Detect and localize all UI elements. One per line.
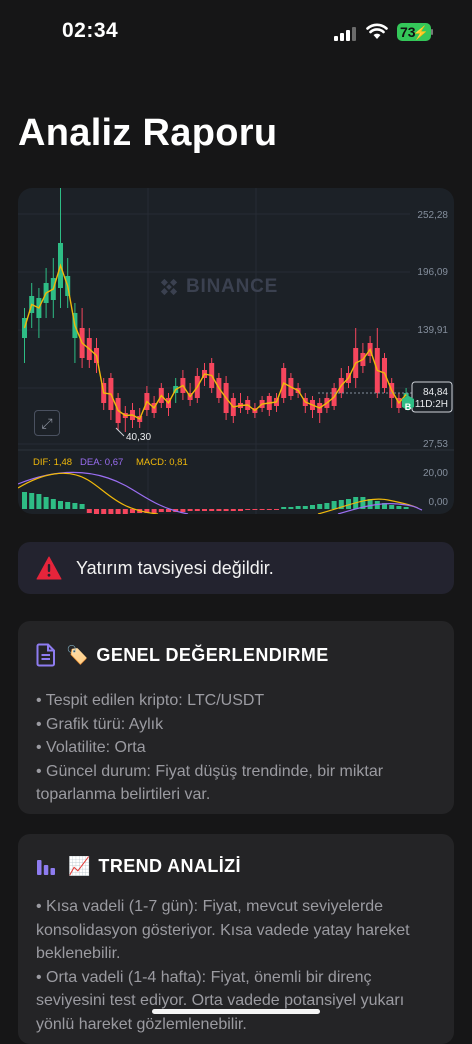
binance-logo-icon	[160, 278, 178, 296]
macd-histogram-bar	[259, 509, 265, 510]
price-axis-label: 196,09	[417, 267, 448, 278]
disclaimer-banner: Yatırım tavsiyesi değildir.	[18, 542, 454, 594]
chart-emoji-icon: 📈	[68, 855, 91, 876]
macd-histogram-bar	[302, 506, 308, 509]
card-header: 🏷️ GENEL DEĞERLENDIRME	[18, 621, 454, 689]
battery-icon: 73 ⚡	[397, 23, 431, 41]
watermark-text: BINANCE	[186, 276, 279, 297]
macd-histogram-bar	[396, 506, 402, 509]
binance-watermark: BINANCE	[158, 276, 278, 298]
status-time: 02:34	[62, 19, 119, 42]
macd-legend-label: DEA: 0,67	[80, 457, 123, 468]
macd-histogram-bar	[194, 509, 200, 511]
macd-histogram-bar	[288, 507, 294, 509]
price-axis-label: 27,53	[423, 439, 448, 450]
macd-histogram-bar	[331, 501, 337, 509]
list-item: • Volatilite: Orta	[36, 739, 146, 756]
macd-histogram-bar	[223, 509, 229, 511]
macd-histogram-bar	[230, 509, 236, 511]
macd-histogram-bar	[317, 504, 323, 509]
buy-marker-label: B	[405, 402, 412, 412]
section-title: TREND ANALİZİ	[98, 855, 241, 876]
candlestick-chart: 252,28 196,09 139,91 27,53 84,8411D:2H 40,30 B…	[18, 188, 454, 514]
disclaimer-text: Yatırım tavsiyesi değildir.	[76, 557, 274, 578]
bar-chart-icon	[37, 860, 55, 875]
macd-histogram-bar	[151, 509, 157, 513]
macd-histogram-bar	[281, 507, 287, 509]
macd-histogram-bar	[324, 503, 330, 509]
macd-histogram-bar	[115, 509, 121, 514]
macd-histogram-bar	[187, 509, 193, 511]
macd-histogram-bar	[403, 507, 409, 509]
price-axis-label: 139,91	[417, 325, 448, 336]
macd-legend-label: DIF: 1,48	[33, 457, 72, 468]
price-axis-label: 252,28	[417, 210, 448, 221]
wifi-icon	[366, 23, 388, 39]
cellular-signal-icon	[334, 25, 360, 41]
macd-histogram-bar	[252, 509, 258, 510]
macd-histogram-bar	[180, 509, 186, 512]
macd-histogram-bar	[266, 509, 272, 510]
macd-histogram-bar	[202, 509, 207, 511]
section-title: GENEL DEĞERLENDIRME	[96, 644, 329, 665]
macd-histogram-bar	[29, 493, 35, 509]
macd-histogram-bar	[389, 505, 395, 509]
macd-histogram-bar	[36, 494, 42, 509]
tag-emoji-icon: 🏷️	[66, 644, 89, 665]
macd-histogram-bar	[108, 509, 114, 514]
list-item: • Kısa vadeli (1-7 gün): Fiyat, mevcut s…	[36, 898, 410, 962]
page-title: Analiz Raporu	[18, 112, 278, 154]
document-icon	[36, 643, 55, 667]
list-item: • Güncel durum: Fiyat düşüş trendinde, b…	[36, 762, 384, 804]
general-evaluation-card: 🏷️ GENEL DEĞERLENDIRME • Tespit edilen k…	[18, 621, 454, 814]
list-item: • Tespit edilen kripto: LTC/USDT	[36, 692, 265, 709]
macd-histogram-bar	[238, 509, 243, 511]
list-item: • Orta vadeli (1-4 hafta): Fiyat, önemli…	[36, 968, 405, 1033]
macd-axis-label: 20,00	[423, 468, 448, 479]
expand-icon: ⤢	[41, 415, 53, 431]
countdown-label: 11D:2H	[415, 399, 448, 410]
macd-histogram-bar	[79, 504, 85, 509]
macd-histogram-bar	[122, 509, 128, 514]
status-bar: 02:34 73 ⚡	[0, 0, 472, 64]
card-body: • Tespit edilen kripto: LTC/USDT • Grafi…	[18, 689, 454, 807]
macd-histogram-bar	[65, 502, 71, 509]
macd-histogram-bar	[94, 509, 99, 514]
expand-chart-button[interactable]: ⤢	[34, 410, 60, 436]
low-price-label: 40,30	[126, 432, 151, 443]
list-item: • Grafik türü: Aylık	[36, 715, 164, 733]
card-body: • Kısa vadeli (1-7 gün): Fiyat, mevcut s…	[18, 895, 454, 1036]
battery-cap	[431, 29, 433, 35]
macd-histogram-bar	[295, 506, 301, 509]
price-chart-card[interactable]: 252,28 196,09 139,91 27,53 84,84 11D:2H 40,30 B…	[18, 188, 454, 514]
macd-histogram-bar	[274, 509, 279, 510]
macd-axis-label: 0,00	[429, 497, 449, 508]
macd-histogram-bar	[72, 503, 78, 509]
charging-bolt-icon: ⚡	[412, 25, 429, 40]
macd-histogram-bar	[209, 509, 215, 511]
low-marker-line	[115, 427, 125, 437]
macd-histogram-bar	[310, 505, 315, 509]
macd-histogram-bar	[86, 509, 92, 513]
macd-histogram-bar	[158, 509, 164, 512]
macd-histogram-bar	[50, 499, 56, 509]
macd-histogram-bar	[245, 509, 251, 510]
current-price-label: 84,84	[423, 387, 448, 398]
macd-histogram-bar	[43, 497, 49, 509]
dea-line	[18, 471, 189, 514]
macd-histogram-bar	[216, 509, 222, 511]
macd-histogram-bar	[101, 509, 107, 514]
macd-histogram-bar	[58, 501, 63, 509]
macd-histogram-bar	[22, 492, 27, 509]
card-header: 📈 TREND ANALİZİ	[18, 834, 454, 898]
home-indicator[interactable]	[152, 1009, 320, 1014]
macd-legend-label: MACD: 0,81	[136, 457, 188, 468]
warning-icon	[36, 556, 62, 580]
